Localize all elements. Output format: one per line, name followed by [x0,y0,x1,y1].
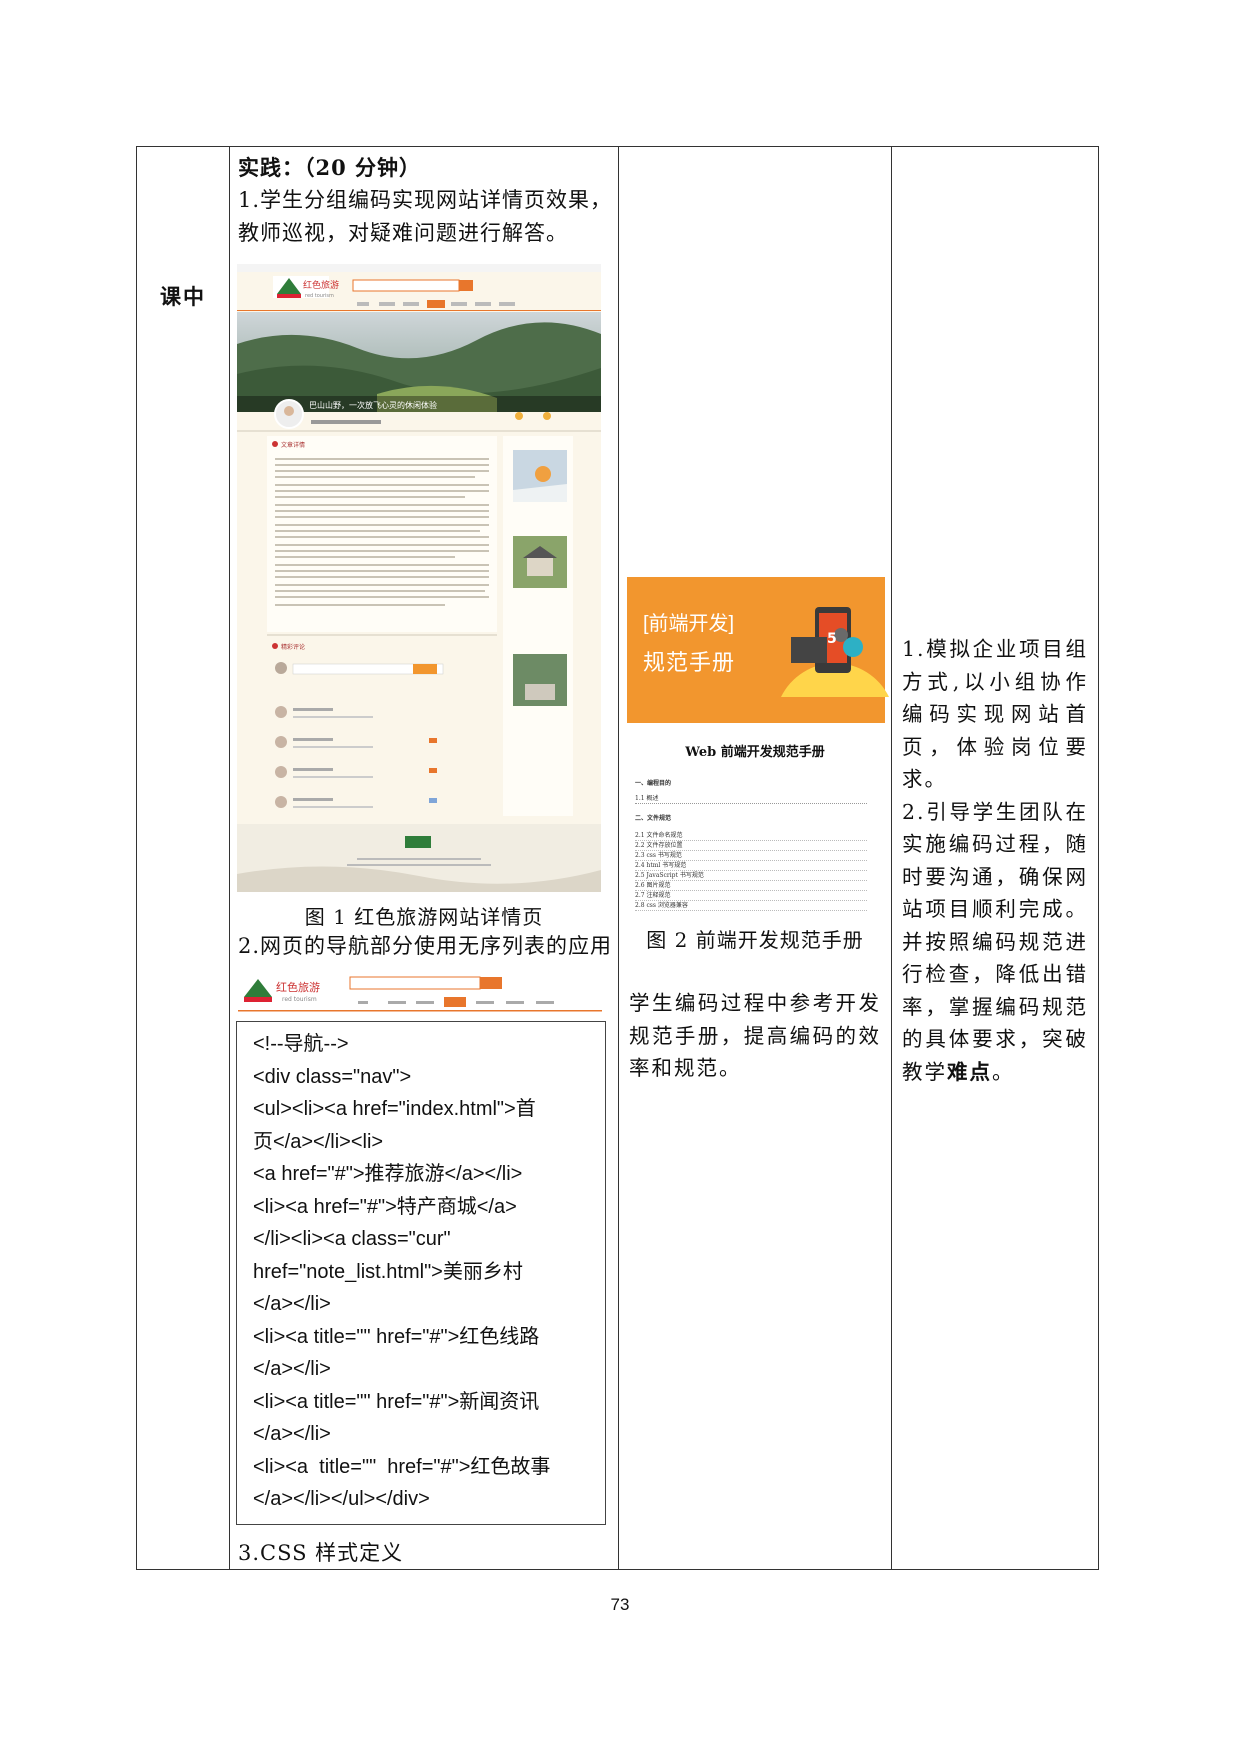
comment-submit [413,664,437,674]
phase-label: 课中 [160,284,206,309]
code-line: <ul><li><a href="index.html">首 [253,1098,536,1120]
figure-2-caption: 图 2 前端开发规范手册 [646,928,864,952]
intent-keyword: 难点 [947,1059,992,1084]
toc-item: 2.2 文件存放位置 [635,841,867,851]
site-logo-en: red tourism [305,293,334,299]
nav-code-block: <!--导航--> <div class="nav"> <ul><li><a h… [236,1021,606,1525]
code-line: </a></li></ul></div> [253,1488,430,1510]
resources-cell: [前端开发] 规范手册 5 Web 前端开发规范手册 一、编程目的 1.1 概述… [618,146,892,1570]
site-search-button [459,280,473,291]
code-line: </a></li> [253,1293,331,1315]
toc-section-1: 一、编程目的 [635,780,672,787]
phase-cell: 课中 [136,146,230,1570]
code-line: <a href="#">推荐旅游</a></li> [253,1163,523,1185]
practice-heading: 实践：（20 分钟） [238,155,422,180]
toc-item: 2.8 css 浏览器兼容 [635,901,867,911]
site-logo-text: 红色旅游 [303,279,339,291]
intent-text: 1.模拟企业项目组方式,以小组协作编码实现网站首页，体验岗位要求。 2.引导学生… [902,633,1088,1088]
site-detail-page-image: 红色旅游 red tourism 巴山山野，一次放飞心灵的休闲体验 文章详情 精… [237,264,601,892]
intent-point-2-end: 。 [992,1059,1015,1084]
toc-item: 1.1 概述 [635,794,867,804]
toc-item: 2.6 图片规范 [635,881,867,891]
code-line: <li><a title="" href="#">新闻资讯 [253,1390,540,1413]
practice-step-3: 3.CSS 样式定义 [238,1540,404,1565]
nav-logo-en: red tourism [282,996,317,1003]
intent-point-1: 1.模拟企业项目组方式,以小组协作编码实现网站首页，体验岗位要求。 [902,637,1088,791]
code-line: 页</a></li><li> [253,1130,384,1153]
nav-screenshot: 红色旅游 red tourism [238,969,602,1017]
toc-item: 2.5 JavaScript 书写规范 [635,871,867,881]
code-line: href="note_list.html">美丽乡村 [253,1260,523,1283]
nav-screenshot-image: 红色旅游 red tourism [238,969,602,1013]
practice-cell: 实践：（20 分钟） 1.学生分组编码实现网站详情页效果，教师巡视，对疑难问题进… [229,146,619,1570]
intent-cell: 1.模拟企业项目组方式,以小组协作编码实现网站首页，体验岗位要求。 2.引导学生… [891,146,1099,1570]
phone-html5-icon: 5 [781,607,889,697]
code-line: <!--导航--> [253,1033,349,1055]
toc-item: 2.7 注释规范 [635,891,867,901]
svg-text:5: 5 [827,631,837,647]
code-line: </a></li> [253,1358,331,1380]
section-comment-title: 精彩评论 [281,643,305,651]
manual-banner: [前端开发] 规范手册 5 [627,577,889,723]
code-line: <li><a href="#">特产商城</a> [253,1195,517,1218]
practice-step-2: 2.网页的导航部分使用无序列表的应用 [238,934,613,958]
practice-step-1: 1.学生分组编码实现网站详情页效果，教师巡视，对疑难问题进行解答。 [238,188,613,245]
hero-caption: 巴山山野，一次放飞心灵的休闲体验 [309,400,437,410]
toc-item: 2.3 css 书写规范 [635,851,867,861]
banner-tag: [前端开发] [643,613,735,635]
site-search-input [352,279,460,292]
toc-section-2: 二、文件规范 [635,815,672,822]
flag-icon [272,441,278,447]
page-number: 73 [610,1595,630,1614]
collect-icon [543,412,551,420]
code-line: <li><a title="" href="#">红色故事 [253,1455,551,1478]
lesson-plan-table: 课中 实践：（20 分钟） 1.学生分组编码实现网站详情页效果，教师巡视，对疑难… [136,146,1099,1570]
code-line: <div class="nav"> [253,1065,412,1088]
banner-title: 规范手册 [643,650,736,675]
doc-toc: 一、编程目的 1.1 概述 二、文件规范 2.1 文件命名规范 2.2 文件存放… [635,779,867,911]
like-icon [515,412,523,420]
doc-title: Web 前端开发规范手册 [685,745,825,760]
code-line: <li><a title="" href="#">红色线路 [253,1325,540,1348]
code-line: </li><li><a class="cur" [253,1228,451,1250]
figure-1-site-screenshot: 红色旅游 red tourism 巴山山野，一次放飞心灵的休闲体验 文章详情 精… [237,264,601,896]
nav-logo-text: 红色旅游 [276,980,320,994]
toc-item: 2.4 html 书写规范 [635,861,867,871]
figure-1-caption: 图 1 红色旅游网站详情页 [304,905,544,929]
section-article-title: 文章详情 [281,441,305,449]
resource-note: 学生编码过程中参考开发规范手册，提高编码的效率和规范。 [629,991,881,1080]
toc-item: 2.1 文件命名规范 [635,831,867,841]
intent-point-2: 2.引导学生团队在实施编码过程，随时要沟通，确保网站项目顺利完成。并按照编码规范… [902,799,1088,1084]
code-line: </a></li> [253,1423,331,1445]
